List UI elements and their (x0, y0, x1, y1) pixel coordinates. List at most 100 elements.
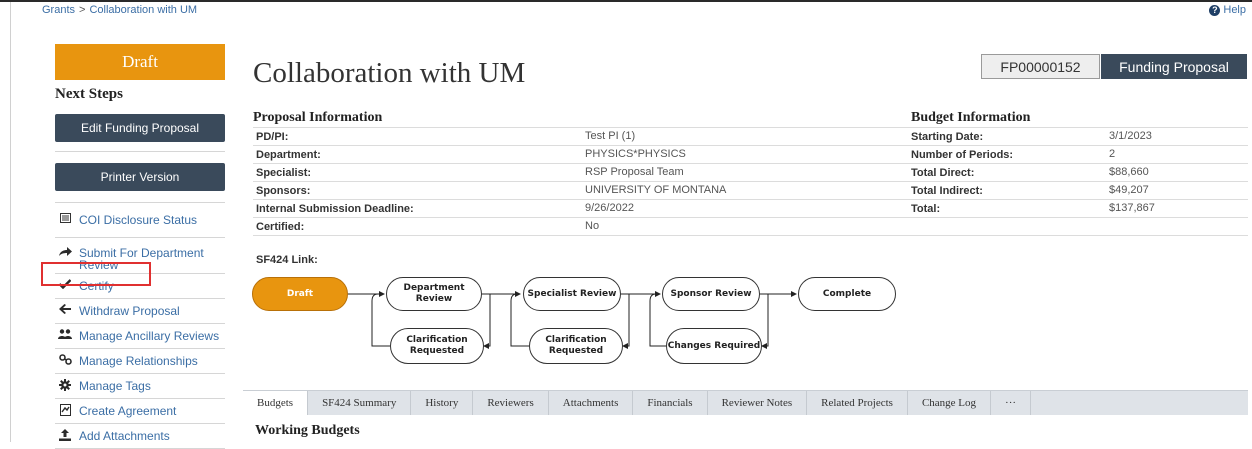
next-steps-heading: Next Steps (55, 86, 123, 102)
proposal-type-badge: Funding Proposal (1101, 54, 1247, 79)
info-row: Specialist: RSP Proposal Team Total Dire… (253, 164, 1248, 182)
sidebar-item-coi-disclosure-status[interactable]: COI Disclosure Status (55, 213, 225, 230)
sidebar-item-manage-tags[interactable]: Manage Tags (55, 379, 225, 394)
sidebar-divider (55, 398, 225, 399)
total-direct-value: $88,660 (1109, 166, 1149, 178)
certified-value: No (585, 220, 600, 232)
sidebar: Draft Next Steps Edit Funding Proposal P… (55, 44, 225, 449)
state-badge: Draft (55, 44, 225, 80)
page-title: Collaboration with UM (253, 57, 526, 89)
specialist-label: Specialist: (256, 167, 312, 179)
total-label: Total: (911, 203, 941, 215)
top-border (0, 0, 1252, 2)
sidebar-item-manage-ancillary-reviews[interactable]: Manage Ancillary Reviews (55, 329, 225, 344)
workflow-node-sponsor-review: Sponsor Review (662, 277, 760, 311)
info-row: Department: PHYSICS*PHYSICS Number of Pe… (253, 146, 1248, 164)
tab-attachments[interactable]: Attachments (549, 391, 634, 415)
share-arrow-icon (58, 247, 72, 257)
gear-icon (58, 379, 72, 391)
breadcrumb-current[interactable]: Collaboration with UM (89, 4, 197, 16)
sidebar-divider (55, 202, 225, 203)
link-icon (58, 354, 72, 365)
tab-bar: Budgets SF424 Summary History Reviewers … (243, 390, 1248, 415)
sidebar-item-label: Create Agreement (79, 404, 177, 418)
proposal-id-badge: FP00000152 (981, 54, 1100, 79)
sidebar-item-manage-relationships[interactable]: Manage Relationships (55, 354, 225, 369)
department-label: Department: (256, 149, 321, 161)
sidebar-divider (55, 237, 225, 238)
info-row: Sponsors: UNIVERSITY OF MONTANA Total In… (253, 182, 1248, 200)
tab-reviewers[interactable]: Reviewers (473, 391, 549, 415)
sponsors-label: Sponsors: (256, 185, 311, 197)
workflow-node-complete: Complete (798, 277, 896, 311)
number-of-periods-value: 2 (1109, 148, 1116, 160)
info-row: PD/PI: Test PI (1) Starting Date: 3/1/20… (253, 128, 1248, 146)
total-indirect-label: Total Indirect: (911, 185, 983, 197)
sidebar-divider (55, 151, 225, 152)
workflow-node-department-review: Department Review (386, 277, 482, 311)
tab-budgets[interactable]: Budgets (243, 391, 309, 415)
tab-related-projects[interactable]: Related Projects (807, 391, 908, 415)
starting-date-label: Starting Date: (911, 131, 984, 143)
certified-label: Certified: (256, 221, 305, 233)
certify-highlight-box (41, 262, 151, 286)
total-value: $137,867 (1109, 202, 1155, 214)
total-direct-label: Total Direct: (911, 167, 975, 179)
pd-pi-label: PD/PI: (256, 131, 289, 143)
breadcrumb-grants[interactable]: Grants (42, 4, 75, 16)
breadcrumb: Grants > Collaboration with UM (42, 4, 197, 16)
proposal-information-heading: Proposal Information (253, 110, 383, 125)
sidebar-item-label: Manage Ancillary Reviews (79, 329, 220, 343)
list-icon (58, 213, 72, 223)
tab-more[interactable]: ··· (991, 391, 1032, 415)
pd-pi-value: Test PI (1) (585, 130, 636, 142)
sponsors-value[interactable]: UNIVERSITY OF MONTANA (585, 184, 726, 196)
workflow-node-changes-required: Changes Required (666, 328, 762, 364)
tab-change-log[interactable]: Change Log (908, 391, 992, 415)
edit-funding-proposal-button[interactable]: Edit Funding Proposal (55, 114, 225, 142)
workflow-node-draft: Draft (252, 277, 348, 311)
number-of-periods-label: Number of Periods: (911, 149, 1014, 161)
document-icon (58, 404, 72, 416)
upload-icon (58, 429, 72, 441)
information-table: PD/PI: Test PI (1) Starting Date: 3/1/20… (253, 128, 1248, 236)
breadcrumb-separator: > (79, 4, 86, 16)
starting-date-value: 3/1/2023 (1109, 130, 1152, 142)
printer-version-button[interactable]: Printer Version (55, 163, 225, 191)
tab-financials[interactable]: Financials (633, 391, 708, 415)
budget-information-heading: Budget Information (911, 110, 1031, 125)
left-border (10, 2, 11, 442)
help-icon: ? (1209, 4, 1221, 16)
workflow-node-clarification-requested-1: Clarification Requested (390, 328, 484, 364)
sidebar-item-withdraw-proposal[interactable]: Withdraw Proposal (55, 304, 225, 319)
sidebar-divider (55, 323, 225, 324)
workflow-node-specialist-review: Specialist Review (523, 277, 621, 311)
help-link[interactable]: ? Help (1209, 4, 1246, 16)
internal-submission-deadline-value: 9/26/2022 (585, 202, 634, 214)
sidebar-item-label: Withdraw Proposal (79, 304, 180, 318)
sidebar-item-label: Manage Tags (79, 379, 151, 393)
sidebar-item-label: Add Attachments (79, 429, 170, 443)
specialist-value: RSP Proposal Team (585, 166, 684, 178)
sidebar-item-create-agreement[interactable]: Create Agreement (55, 404, 225, 419)
workflow-node-clarification-requested-2: Clarification Requested (529, 328, 623, 364)
sidebar-divider (55, 298, 225, 299)
help-label: Help (1223, 4, 1246, 16)
arrow-left-icon (58, 304, 72, 314)
sidebar-item-label: COI Disclosure Status (79, 213, 198, 227)
total-indirect-value: $49,207 (1109, 184, 1149, 196)
internal-submission-deadline-label: Internal Submission Deadline: (256, 203, 414, 215)
tab-history[interactable]: History (411, 391, 474, 415)
sf424-link-label: SF424 Link: (256, 254, 318, 266)
tab-reviewer-notes[interactable]: Reviewer Notes (708, 391, 808, 415)
info-row: Internal Submission Deadline: 9/26/2022 … (253, 200, 1248, 218)
department-value: PHYSICS*PHYSICS (585, 148, 686, 160)
sidebar-item-label: Manage Relationships (79, 354, 198, 368)
info-row: Certified: No (253, 218, 1248, 236)
sidebar-divider (55, 373, 225, 374)
tab-sf424-summary[interactable]: SF424 Summary (308, 391, 412, 415)
users-icon (58, 329, 72, 339)
sidebar-divider (55, 423, 225, 424)
sidebar-divider (55, 348, 225, 349)
working-budgets-heading: Working Budgets (255, 423, 360, 438)
